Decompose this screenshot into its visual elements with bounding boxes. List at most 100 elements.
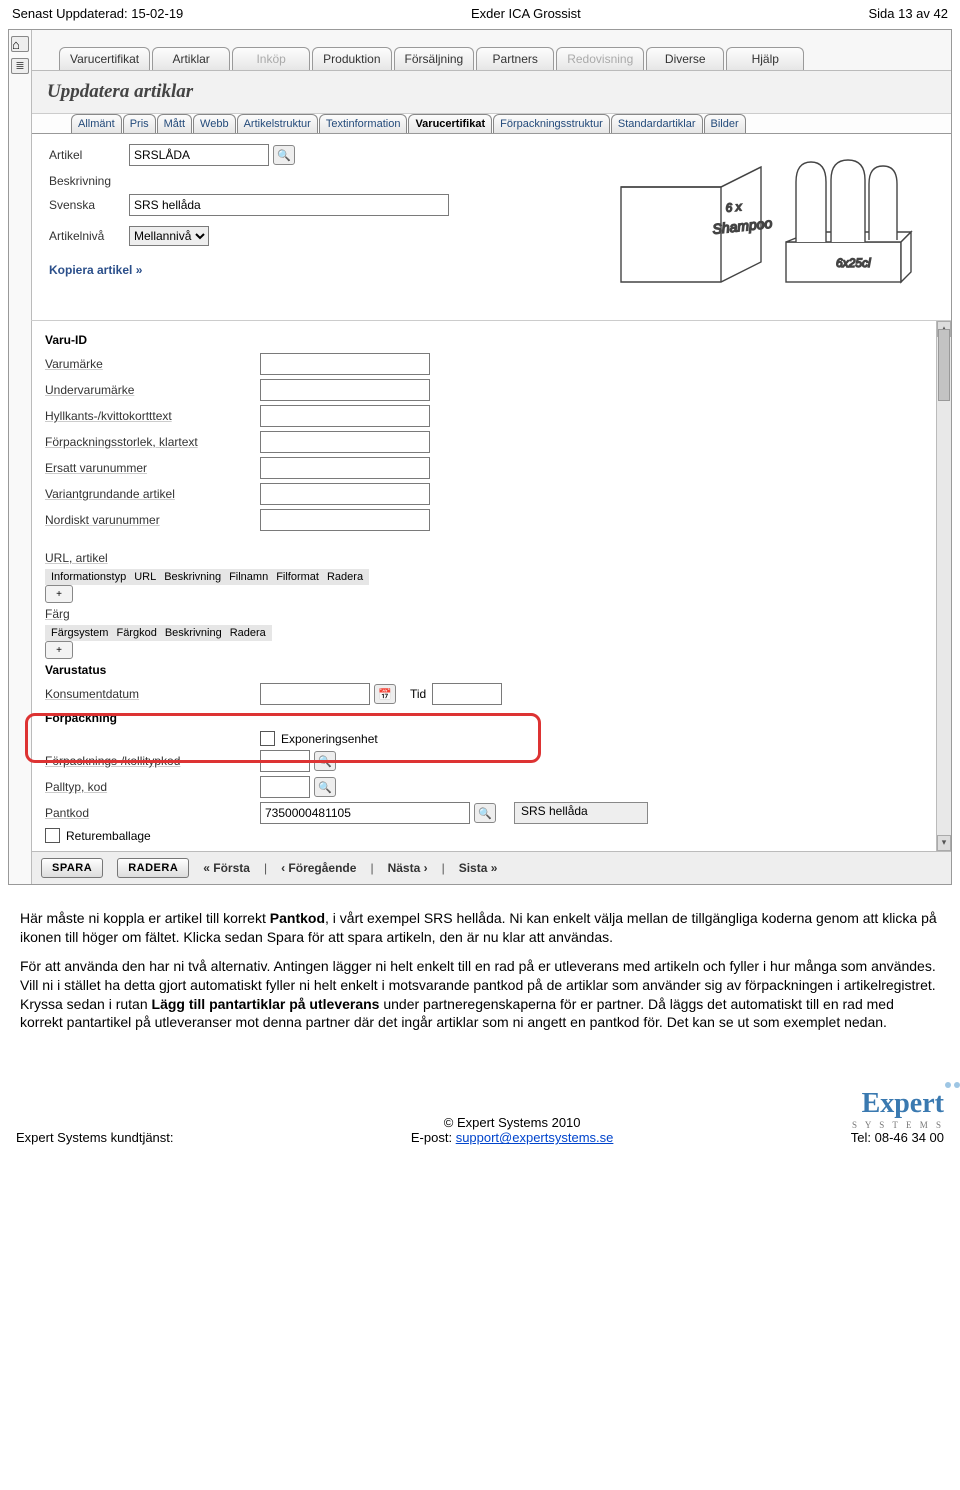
forpackkolli-label: Förpacknings-/kollitypkod bbox=[45, 750, 260, 772]
app-window: ⌂ VarucertifikatArtiklarInköpProduktionF… bbox=[8, 29, 952, 885]
palltyp-input[interactable] bbox=[260, 776, 310, 798]
toolbar-tab-redovisning: Redovisning bbox=[556, 47, 644, 70]
exponering-label: Exponeringsenhet bbox=[281, 732, 378, 746]
toolbar-tab-artiklar[interactable]: Artiklar bbox=[152, 47, 230, 70]
footer-email-label: E-post: bbox=[411, 1130, 456, 1145]
page-title: Uppdatera artiklar bbox=[31, 71, 951, 114]
search-icon[interactable]: 🔍 bbox=[314, 777, 336, 797]
tid-input[interactable] bbox=[432, 683, 502, 705]
exponering-checkbox[interactable] bbox=[260, 731, 275, 746]
doc-header-center: Exder ICA Grossist bbox=[471, 6, 581, 21]
left-rail: ⌂ bbox=[9, 30, 32, 884]
field-label: Ersatt varunummer bbox=[45, 457, 260, 479]
field-label: Varumärke bbox=[45, 353, 260, 375]
field-input[interactable] bbox=[260, 379, 430, 401]
beskrivning-label: Beskrivning bbox=[49, 174, 129, 188]
packaging-illustration: 6 x Shampoo 6x25cl bbox=[611, 142, 921, 292]
footer-tel: Tel: 08-46 34 00 bbox=[851, 1130, 944, 1145]
scroll-down-icon[interactable]: ▾ bbox=[937, 835, 951, 851]
scroll-thumb[interactable] bbox=[938, 329, 950, 401]
footer-left: Expert Systems kundtjänst: bbox=[16, 1130, 174, 1145]
add-farg-icon[interactable]: + bbox=[45, 641, 73, 659]
forpackning-heading: Förpackning bbox=[45, 707, 931, 729]
farg-label: Färg bbox=[45, 603, 931, 625]
subtab-bilder[interactable]: Bilder bbox=[704, 114, 746, 133]
toolbar-tab-hjälp[interactable]: Hjälp bbox=[726, 47, 804, 70]
kopiera-link[interactable]: Kopiera artikel » bbox=[49, 263, 142, 277]
home-icon[interactable]: ⌂ bbox=[11, 36, 29, 52]
toolbar-tab-inköp: Inköp bbox=[232, 47, 310, 70]
url-label: URL, artikel bbox=[45, 547, 931, 569]
footer-email-link[interactable]: support@expertsystems.se bbox=[456, 1130, 614, 1145]
scrollbar[interactable]: ▴ ▾ bbox=[936, 321, 951, 851]
svenska-label: Svenska bbox=[49, 198, 129, 212]
subtab-strip: AllmäntPrisMåttWebbArtikelstrukturTextin… bbox=[31, 114, 951, 134]
field-input[interactable] bbox=[260, 483, 430, 505]
varuid-heading: Varu-ID bbox=[45, 329, 931, 351]
toolbar-tab-diverse[interactable]: Diverse bbox=[646, 47, 724, 70]
nav-first[interactable]: « Första bbox=[203, 861, 250, 875]
pantkod-desc: SRS hellåda bbox=[514, 802, 648, 824]
subtab-textinformation[interactable]: Textinformation bbox=[319, 114, 408, 133]
pantkod-input[interactable] bbox=[260, 802, 470, 824]
footer-bar: SPARA RADERA « Första | ‹ Föregående | N… bbox=[31, 851, 951, 884]
body-text: Här måste ni koppla er artikel till korr… bbox=[0, 895, 960, 1082]
save-button[interactable]: SPARA bbox=[41, 858, 103, 878]
varustatus-heading: Varustatus bbox=[45, 659, 931, 681]
pantkod-label: Pantkod bbox=[45, 802, 260, 824]
tid-label: Tid bbox=[410, 687, 426, 701]
field-label: Undervarumärke bbox=[45, 379, 260, 401]
field-input[interactable] bbox=[260, 431, 430, 453]
search-icon[interactable]: 🔍 bbox=[273, 145, 295, 165]
subtab-allmänt[interactable]: Allmänt bbox=[71, 114, 122, 133]
forpackkolli-input[interactable] bbox=[260, 750, 310, 772]
artikelniva-select[interactable]: Mellannivå bbox=[129, 226, 209, 246]
field-input[interactable] bbox=[260, 405, 430, 427]
toolbar-tab-partners[interactable]: Partners bbox=[476, 47, 554, 70]
palltyp-label: Palltyp, kod bbox=[45, 776, 260, 798]
doc-header-right: Sida 13 av 42 bbox=[868, 6, 948, 21]
toolbar-tab-varucertifikat[interactable]: Varucertifikat bbox=[59, 47, 150, 70]
subtab-förpackningsstruktur[interactable]: Förpackningsstruktur bbox=[493, 114, 610, 133]
field-label: Förpackningsstorlek, klartext bbox=[45, 431, 260, 453]
svg-text:6x25cl: 6x25cl bbox=[836, 256, 871, 270]
konsument-input[interactable] bbox=[260, 683, 370, 705]
subtab-mått[interactable]: Mått bbox=[157, 114, 192, 133]
main-toolbar: VarucertifikatArtiklarInköpProduktionFör… bbox=[31, 30, 951, 71]
field-label: Hyllkants-/kvittokortttext bbox=[45, 405, 260, 427]
subtab-artikelstruktur[interactable]: Artikelstruktur bbox=[237, 114, 318, 133]
doc-header-left: Senast Uppdaterad: 15-02-19 bbox=[12, 6, 183, 21]
field-input[interactable] bbox=[260, 509, 430, 531]
subtab-pris[interactable]: Pris bbox=[123, 114, 156, 133]
field-label: Variantgrundande artikel bbox=[45, 483, 260, 505]
artikel-input[interactable] bbox=[129, 144, 269, 166]
konsument-label: Konsumentdatum bbox=[45, 683, 260, 705]
svenska-input[interactable] bbox=[129, 194, 449, 216]
nav-prev[interactable]: ‹ Föregående bbox=[281, 861, 356, 875]
search-icon[interactable]: 🔍 bbox=[314, 751, 336, 771]
nav-next[interactable]: Nästa › bbox=[388, 861, 428, 875]
search-icon[interactable]: 🔍 bbox=[474, 803, 496, 823]
returemb-checkbox[interactable] bbox=[45, 828, 60, 843]
subtab-standardartiklar[interactable]: Standardartiklar bbox=[611, 114, 703, 133]
delete-button[interactable]: RADERA bbox=[117, 858, 189, 878]
subtab-varucertifikat[interactable]: Varucertifikat bbox=[408, 114, 492, 133]
list-icon[interactable] bbox=[11, 58, 29, 74]
artikel-label: Artikel bbox=[49, 148, 129, 162]
footer-copyright: © Expert Systems 2010 bbox=[174, 1115, 851, 1130]
nav-last[interactable]: Sista » bbox=[459, 861, 498, 875]
field-input[interactable] bbox=[260, 353, 430, 375]
subtab-webb[interactable]: Webb bbox=[193, 114, 236, 133]
toolbar-tab-försäljning[interactable]: Försäljning bbox=[394, 47, 475, 70]
toolbar-tab-produktion[interactable]: Produktion bbox=[312, 47, 391, 70]
field-input[interactable] bbox=[260, 457, 430, 479]
field-label: Nordiskt varunummer bbox=[45, 509, 260, 531]
info-header-row: InformationstypURLBeskrivningFilnamnFilf… bbox=[45, 569, 369, 585]
article-form: Artikel 🔍 Beskrivning Svenska Artikelniv… bbox=[31, 134, 951, 321]
calendar-icon[interactable]: 📅 bbox=[374, 684, 396, 704]
returemb-label: Returemballage bbox=[66, 829, 151, 843]
expert-logo: Expert S Y S T E M S bbox=[851, 1088, 944, 1130]
add-url-icon[interactable]: + bbox=[45, 585, 73, 603]
farg-header-row: FärgsystemFärgkodBeskrivningRadera bbox=[45, 625, 272, 641]
details-pane: ▴ ▾ Varu-ID VarumärkeUndervarumärkeHyllk… bbox=[31, 321, 937, 851]
